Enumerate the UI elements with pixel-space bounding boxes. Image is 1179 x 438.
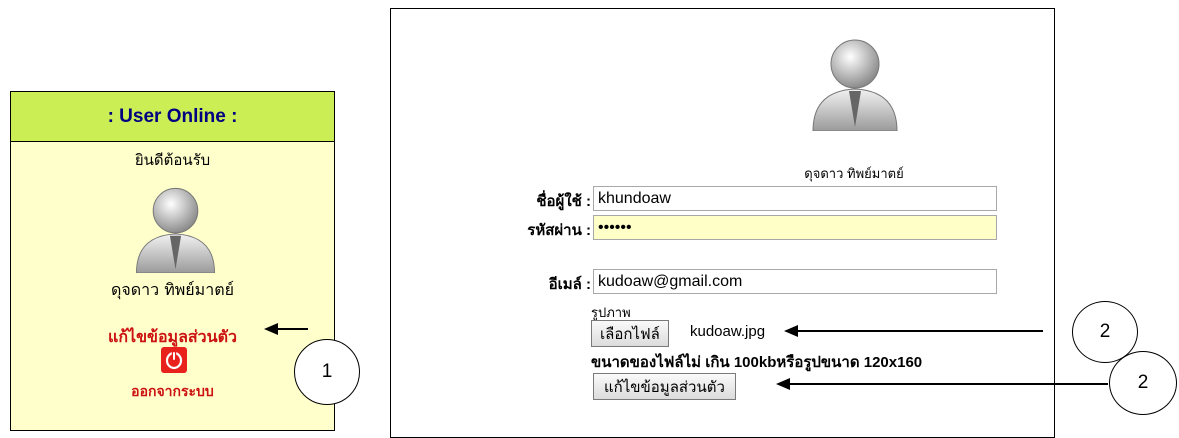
annotation-arrows	[264, 323, 1108, 390]
callout-2-save: 2	[1109, 351, 1177, 415]
callout-1: 1	[294, 339, 360, 405]
arrow-head-1	[264, 323, 278, 335]
arrow-head-2	[784, 325, 798, 337]
arrow-head-3	[776, 378, 790, 390]
